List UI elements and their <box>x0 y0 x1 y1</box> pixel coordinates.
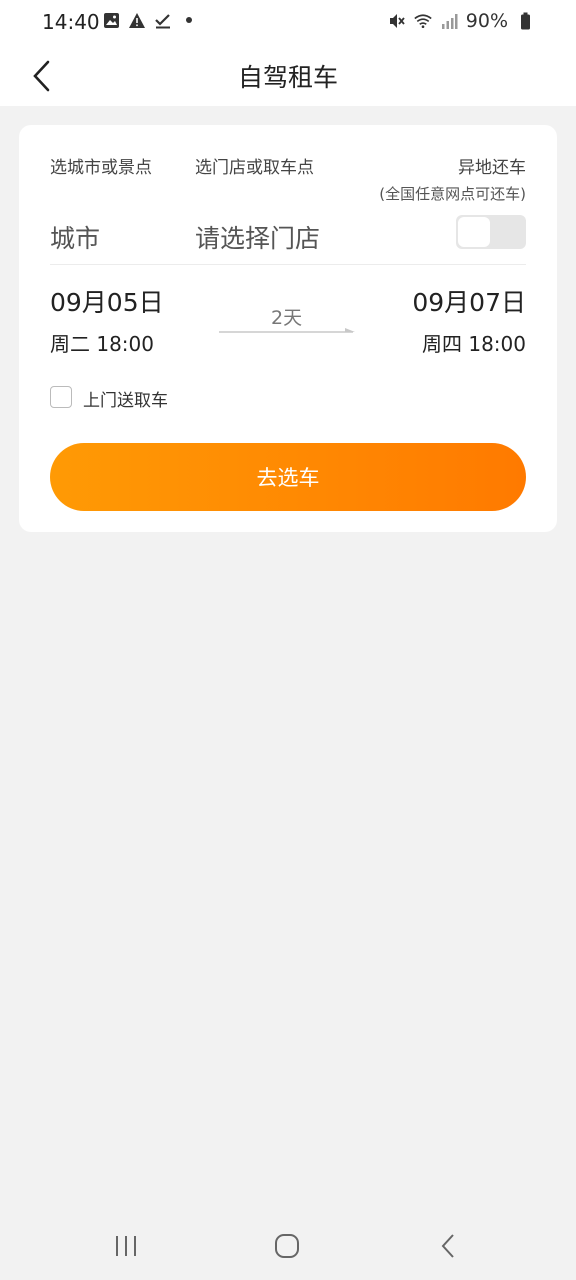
delivery-label[interactable]: 上门送取车 <box>83 386 168 411</box>
check-icon <box>154 11 172 29</box>
back-nav-button[interactable] <box>418 1226 478 1266</box>
toggle-knob <box>458 217 490 247</box>
mute-icon <box>388 12 406 30</box>
image-icon <box>102 11 120 29</box>
city-selector[interactable]: 城市 <box>50 219 100 255</box>
battery-icon <box>516 12 534 30</box>
return-elsewhere-toggle[interactable] <box>456 215 526 249</box>
chevron-left-icon <box>441 1234 454 1258</box>
status-bar: 14:40 90% <box>0 0 576 46</box>
app-header: 自驾租车 <box>0 46 576 106</box>
system-icons: 90% <box>388 10 534 32</box>
arrow-right-icon <box>219 328 355 333</box>
return-date[interactable]: 09月07日 <box>412 283 526 319</box>
recent-apps-icon <box>116 1236 136 1256</box>
city-label: 选城市或景点 <box>50 158 152 178</box>
wifi-icon <box>414 12 432 30</box>
page-title: 自驾租车 <box>237 63 338 92</box>
return-elsewhere-label: 异地还车 <box>458 158 526 178</box>
signal-icon <box>440 12 458 30</box>
divider <box>50 264 526 265</box>
system-nav-bar <box>0 1208 576 1280</box>
delivery-checkbox[interactable] <box>50 386 72 408</box>
store-selector[interactable]: 请选择门店 <box>195 219 320 255</box>
battery-level: 90% <box>465 10 508 32</box>
notification-icons <box>102 11 198 29</box>
dot-icon <box>180 11 198 29</box>
pickup-time[interactable]: 周二 18:00 <box>50 328 154 357</box>
home-icon <box>275 1234 299 1258</box>
booking-card: 选城市或景点 选门店或取车点 异地还车 (全国任意网点可还车) 城市 请选择门店… <box>19 125 557 532</box>
return-time[interactable]: 周四 18:00 <box>422 328 526 357</box>
home-button[interactable] <box>257 1226 317 1266</box>
recent-apps-button[interactable] <box>96 1226 156 1266</box>
warning-icon <box>128 11 146 29</box>
return-elsewhere-note: (全国任意网点可还车) <box>379 185 526 203</box>
pickup-date[interactable]: 09月05日 <box>50 283 164 319</box>
status-time: 14:40 <box>42 10 100 34</box>
select-car-button[interactable]: 去选车 <box>50 443 526 511</box>
store-label: 选门店或取车点 <box>195 158 314 178</box>
